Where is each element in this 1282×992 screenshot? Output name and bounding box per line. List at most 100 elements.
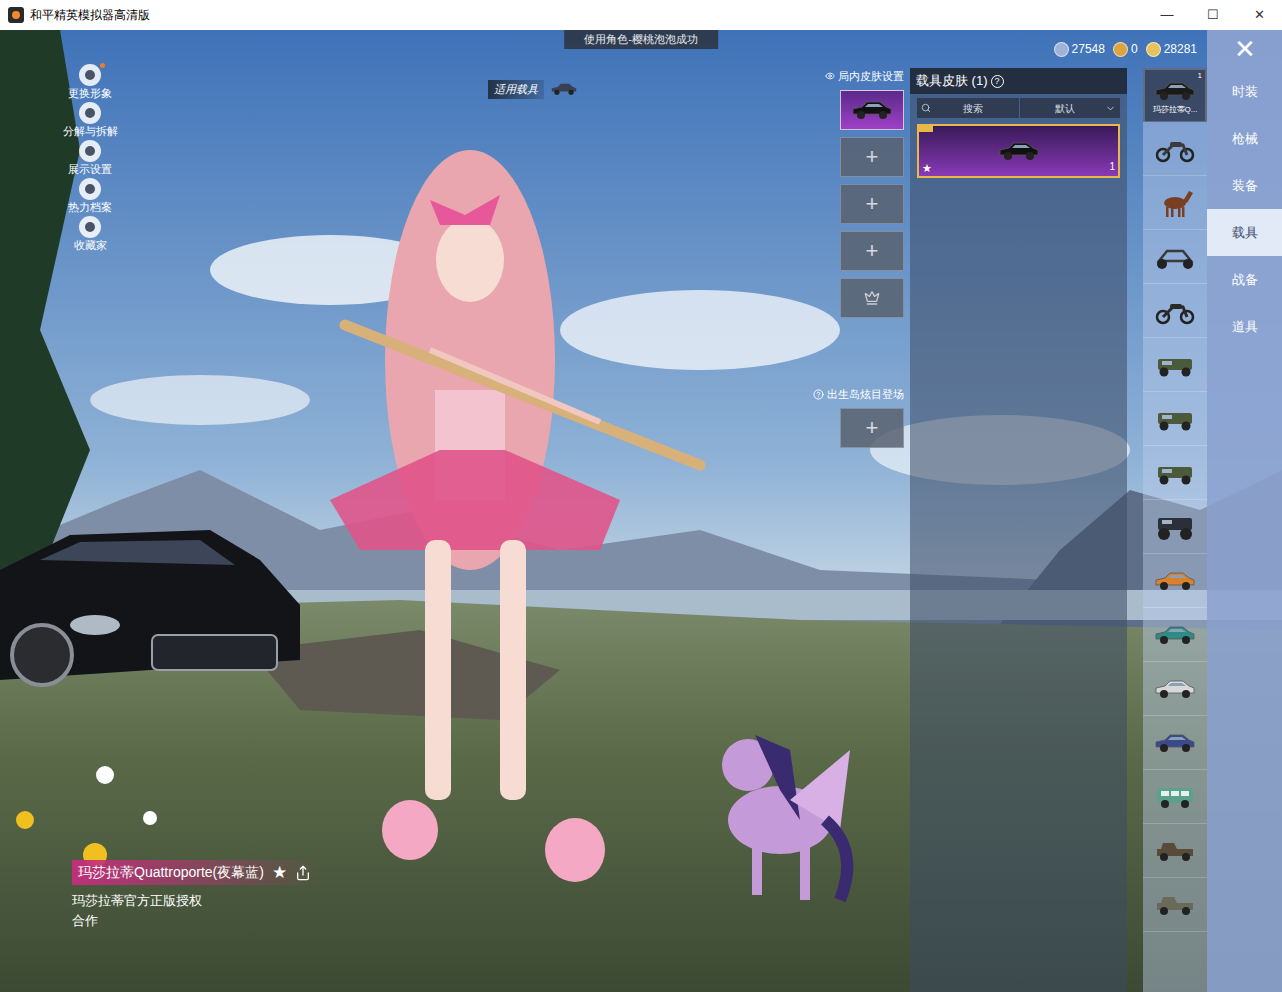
car-icon [1153,77,1197,105]
app-window: 和平精英模拟器高清版 —☐✕ 使用角色-樱桃泡泡成功适用载具玛莎拉蒂Quattrop… [0,0,1282,992]
vehicle-list: 玛莎拉蒂Q...1 [1143,68,1207,992]
skin-slot[interactable] [840,278,904,318]
crown-icon [864,290,880,306]
jeep-icon [1153,459,1197,487]
buggy-icon [1153,243,1197,271]
vehicle-item[interactable] [1143,284,1207,338]
currency: 27548 [1054,40,1105,58]
menu-icon [85,70,95,80]
coin-icon [1113,42,1128,57]
title-bar: 和平精英模拟器高清版 —☐✕ [0,0,1282,30]
window-title: 和平精英模拟器高清版 [30,6,150,24]
search-field[interactable]: 搜索 [917,98,1019,118]
right-area: 27548028281✕局内皮肤设置+++出生岛炫目登场+载具皮肤 (1)?搜索… [840,30,1282,992]
currency: 0 [1113,40,1138,58]
coin-icon [1054,42,1069,57]
window-control[interactable]: — [1144,0,1190,30]
eye-icon [825,71,835,81]
pickup-icon [1153,891,1197,919]
currency: 28281 [1146,40,1197,58]
jeep-icon [1153,405,1197,433]
vehicle-item[interactable]: 玛莎拉蒂Q...1 [1143,68,1207,122]
tab-column: 时装枪械装备载具战备道具 [1207,68,1282,992]
item-license: 玛莎拉蒂官方正版授权 [72,891,321,911]
vehicle-item[interactable] [1143,122,1207,176]
vehicle-item[interactable] [1143,554,1207,608]
share-icon[interactable] [295,865,311,881]
menu-icon [85,146,95,156]
app-logo-icon [8,7,24,23]
tab[interactable]: 战备 [1207,256,1282,303]
vehicle-item[interactable] [1143,230,1207,284]
vehicle-tag: 适用载具 [488,80,580,99]
currencies: 27548 0 28281 [1054,40,1207,58]
side-menu-item[interactable]: 热力档案 [62,178,118,214]
favorite-button[interactable]: ★ [272,864,287,881]
coin-icon [1146,42,1161,57]
menu-icon [85,184,95,194]
vehicle-item[interactable] [1143,878,1207,932]
tab[interactable]: 枪械 [1207,115,1282,162]
window-control[interactable]: ✕ [1236,0,1282,30]
vehicle-item[interactable] [1143,716,1207,770]
skin-slot[interactable]: + [840,137,904,177]
car-icon [850,96,894,124]
chevron-down-icon [1105,103,1116,114]
car-icon [1153,729,1197,757]
entrance-slot[interactable]: + [840,408,904,448]
skin-slots: 局内皮肤设置+++出生岛炫目登场+ [840,68,910,992]
vehicle-item[interactable] [1143,338,1207,392]
pickup-icon [1153,837,1197,865]
vehicle-item[interactable] [1143,770,1207,824]
vehicle-item[interactable] [1143,662,1207,716]
hud: 更换形象分解与拆解展示设置热力档案收藏家27548028281✕局内皮肤设置++… [0,30,1282,992]
skin-slot[interactable]: + [840,231,904,271]
vehicle-item[interactable] [1143,824,1207,878]
help-icon[interactable] [813,389,824,400]
skin-slot[interactable] [840,90,904,130]
van-icon [1153,783,1197,811]
close-button[interactable]: ✕ [1207,30,1282,68]
skin-card[interactable]: ★1 [917,124,1120,178]
tab[interactable]: 载具 [1207,209,1282,256]
tab[interactable]: 时装 [1207,68,1282,115]
item-info: 玛莎拉蒂Quattroporte(夜幕蓝) ★ 玛莎拉蒂官方正版授权合作 [72,860,321,930]
search-icon [921,103,931,113]
vehicle-item[interactable] [1143,392,1207,446]
moto-icon [1153,135,1197,163]
skin-slot[interactable]: + [840,184,904,224]
item-tag: 合作 [72,911,321,931]
toast: 使用角色-樱桃泡泡成功 [564,30,718,49]
truck-icon [1153,513,1197,541]
side-menu-item[interactable]: 分解与拆解 [62,102,118,138]
car-icon [1153,621,1197,649]
jeep-icon [1153,351,1197,379]
side-menu-item[interactable]: 收藏家 [62,216,118,252]
vehicle-item[interactable] [1143,446,1207,500]
corner-tag [919,126,933,132]
help-button[interactable]: ? [991,75,1004,88]
tab[interactable]: 道具 [1207,303,1282,350]
window-control[interactable]: ☐ [1190,0,1236,30]
game-view: 使用角色-樱桃泡泡成功适用载具玛莎拉蒂Quattroporte(夜幕蓝)★玛莎拉… [0,30,1282,992]
car-icon [1153,675,1197,703]
menu-icon [85,222,95,232]
car-icon [997,137,1041,165]
skin-panel: 载具皮肤 (1)? 搜索默认 ★1 [910,68,1127,992]
badge-dot [100,63,105,68]
side-menu: 更换形象分解与拆解展示设置热力档案收藏家 [0,30,180,992]
panel-header: 载具皮肤 (1)? [910,68,1127,94]
side-menu-item[interactable]: 展示设置 [62,140,118,176]
item-name: 玛莎拉蒂Quattroporte(夜幕蓝) [78,862,264,883]
moto-icon [1153,297,1197,325]
tab[interactable]: 装备 [1207,162,1282,209]
side-menu-item[interactable]: 更换形象 [62,64,118,100]
car-icon [548,80,580,98]
car-icon [1153,567,1197,595]
vehicle-item[interactable] [1143,176,1207,230]
vehicle-item[interactable] [1143,608,1207,662]
menu-icon [85,108,95,118]
sort-select[interactable]: 默认 [1020,98,1120,118]
horse-icon [1153,189,1197,217]
vehicle-item[interactable] [1143,500,1207,554]
